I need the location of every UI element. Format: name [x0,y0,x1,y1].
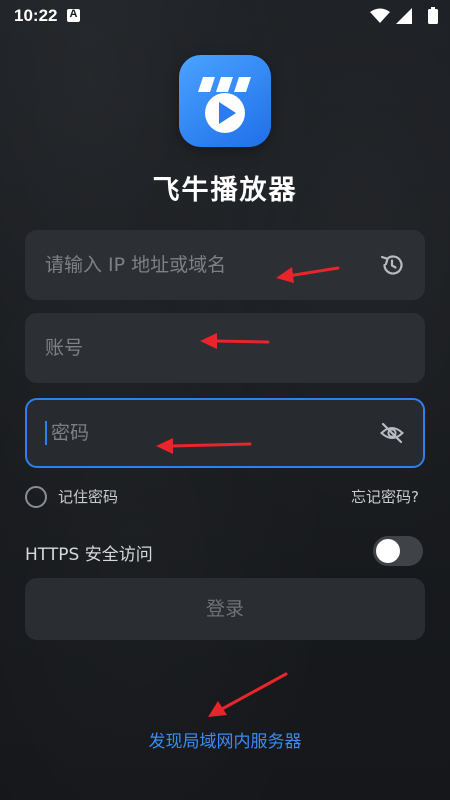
forgot-password-link[interactable]: 忘记密码? [351,486,419,507]
remember-password-checkbox[interactable] [25,486,47,508]
server-address-input[interactable] [45,230,365,300]
password-field[interactable] [25,398,425,468]
server-address-field[interactable] [25,230,425,300]
play-logo-icon [198,77,251,133]
login-screen: 10:22 A 飞牛播放器 请输入 IP 地址或域名 账号 记住密码 忘记密码?… [0,0,450,800]
account-input[interactable] [45,313,365,383]
login-button[interactable]: 登录 [25,578,425,640]
password-input[interactable] [51,398,371,468]
notification-app-icon: A [67,8,80,22]
status-bar: 10:22 A [0,0,450,32]
status-time: 10:22 [14,6,58,25]
signal-icon [396,8,412,24]
app-title: 飞牛播放器 [152,175,298,206]
https-label: HTTPS 安全访问 [25,545,153,565]
toggle-knob [376,539,400,563]
remember-password-label[interactable]: 记住密码 [58,486,118,507]
remember-row: 记住密码 忘记密码? [25,484,425,510]
eye-off-icon[interactable] [379,420,405,446]
notification-app-letter: A [69,8,78,20]
text-caret [45,421,47,445]
wifi-icon [370,8,390,23]
battery-icon [428,7,438,24]
annotation-arrow-discover [208,672,288,717]
app-logo [179,55,271,147]
https-toggle[interactable] [373,536,423,566]
discover-servers-link[interactable]: 发现局域网内服务器 [0,727,450,752]
history-icon[interactable] [379,252,405,278]
https-row: HTTPS 安全访问 [25,534,425,568]
account-field[interactable] [25,313,425,383]
